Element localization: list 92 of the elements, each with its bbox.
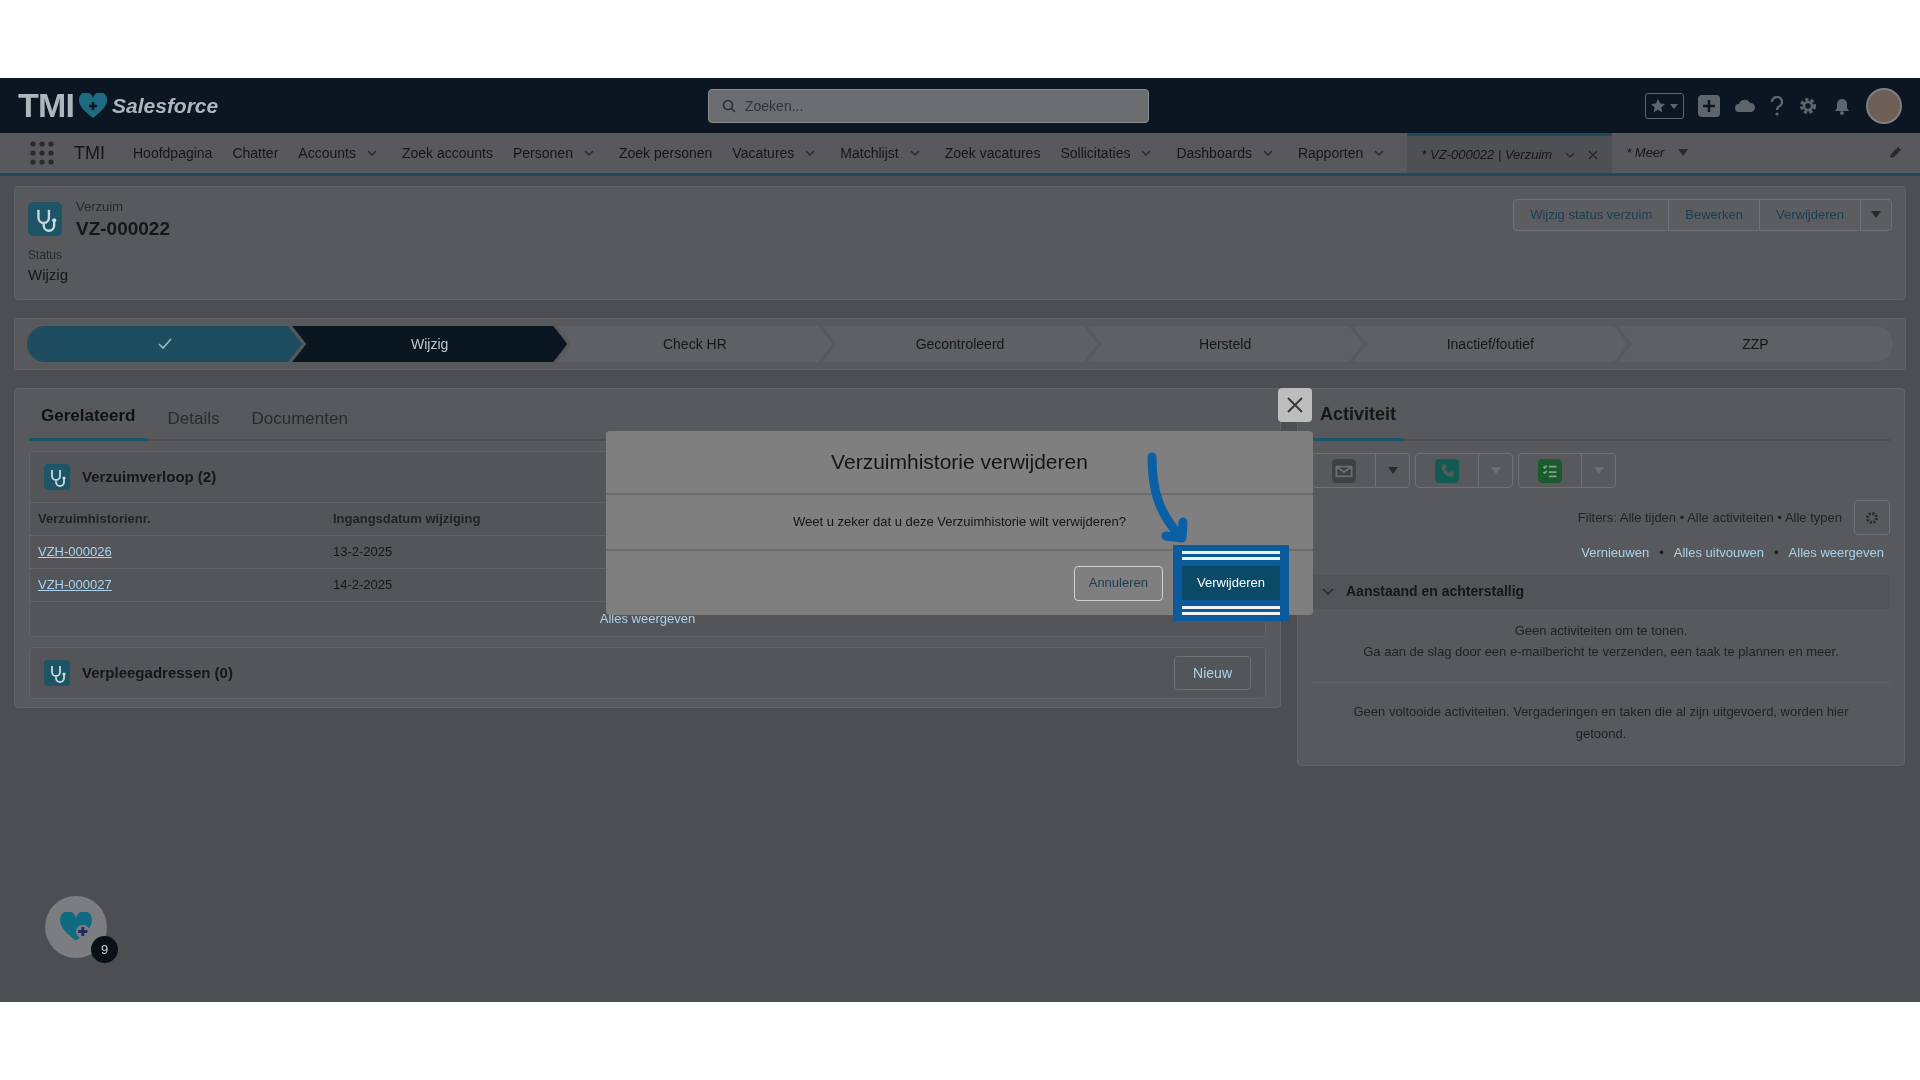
heart-plus-icon — [59, 912, 93, 942]
empty-message: Geen activiteiten om te tonen. — [1514, 621, 1688, 640]
activity-link[interactable]: Alles weergeven — [1788, 543, 1884, 563]
action-button[interactable]: Verwijderen — [1759, 199, 1861, 231]
nav-item[interactable]: Vacatures — [732, 142, 795, 164]
stethoscope-icon — [28, 202, 62, 236]
modal-title: Verzuimhistorie verwijderen — [831, 449, 1088, 476]
dropdown-button[interactable] — [1375, 453, 1410, 488]
nav-item[interactable]: Dashboards — [1176, 142, 1252, 164]
phone-icon — [1434, 457, 1460, 484]
tab[interactable]: Gerelateerd — [29, 402, 148, 441]
cancel-button[interactable]: Annuleren — [1073, 565, 1163, 601]
pencil-icon[interactable] — [1888, 146, 1902, 160]
action-button[interactable]: Bewerken — [1668, 199, 1761, 231]
app-launcher-icon[interactable] — [30, 141, 54, 165]
brand-logo-text: TMI — [18, 85, 74, 126]
chevron-down-icon[interactable] — [908, 147, 921, 159]
record-link[interactable]: VZH-000027 — [38, 575, 112, 595]
activity-link[interactable]: Vernieuwen — [1581, 543, 1650, 563]
help-icon[interactable] — [1770, 95, 1784, 116]
section-header[interactable]: Aanstaand en achterstallig — [1312, 574, 1890, 609]
empty-message: Ga aan de slag door een e-mailbericht te verzenden, een taak te plannen en meer. — [1363, 643, 1839, 661]
task-button[interactable] — [1518, 453, 1582, 488]
nav-item[interactable]: Rapporten — [1297, 142, 1364, 164]
path-stage[interactable] — [27, 326, 303, 362]
dropdown-button[interactable] — [1581, 453, 1616, 488]
filter-settings-button[interactable] — [1854, 500, 1890, 535]
count-badge: 9 — [91, 936, 118, 963]
nav-item[interactable]: Accounts — [298, 142, 356, 164]
settings-icon — [1865, 510, 1879, 525]
caret-down-icon — [1387, 466, 1398, 475]
envelope-icon — [1331, 457, 1357, 484]
checklist-icon — [1537, 457, 1563, 484]
record-tab[interactable]: * VZ-000022 | Verzuim — [1407, 133, 1613, 173]
path-stage[interactable]: Check HR — [557, 326, 833, 362]
chevron-down-icon[interactable] — [1261, 147, 1274, 159]
plus-icon[interactable] — [1698, 94, 1720, 117]
record-link[interactable]: VZH-000026 — [38, 542, 112, 562]
heart-plus-icon — [78, 92, 108, 119]
nav-item[interactable]: Hoofdpagina — [133, 142, 213, 164]
stethoscope-icon — [44, 464, 70, 490]
more-actions-button[interactable] — [1860, 199, 1892, 231]
nav-item[interactable]: Matchlijst — [840, 142, 899, 164]
record-title: VZ-000022 — [76, 216, 170, 241]
settings-icon[interactable] — [1798, 95, 1818, 116]
star-icon — [1650, 97, 1666, 114]
nav-item[interactable]: Zoek vacatures — [944, 142, 1041, 164]
filters-text: Filters: Alle tijden • Alle activiteiten • Alle typen — [1577, 508, 1842, 527]
path-stage[interactable]: Wijzig — [292, 326, 568, 362]
activity-link[interactable]: Alles uitvouwen — [1673, 543, 1765, 563]
nav-item[interactable]: Zoek personen — [618, 142, 713, 164]
nav-item[interactable]: Sollicitaties — [1060, 142, 1131, 164]
dropdown-button[interactable] — [1478, 453, 1513, 488]
search-field[interactable]: Zoeken... — [708, 88, 1149, 123]
nav-item[interactable]: Chatter — [232, 142, 279, 164]
check-icon — [157, 338, 172, 350]
stethoscope-icon — [44, 660, 70, 686]
close-icon — [1286, 396, 1304, 414]
modal-message: Weet u zeker dat u deze Verzuimhistorie wilt verwijderen? — [793, 513, 1126, 532]
related-list-title: Verpleegadressen (0) — [82, 662, 233, 683]
chevron-down-icon[interactable] — [365, 147, 378, 159]
close-button[interactable] — [1278, 388, 1312, 422]
close-icon[interactable] — [1588, 149, 1599, 160]
chevron-down-icon[interactable] — [804, 147, 817, 159]
more-menu[interactable]: * Meer — [1612, 133, 1703, 173]
brand-subtitle: Salesforce — [112, 92, 219, 119]
path-stage[interactable]: Gecontroleerd — [822, 326, 1098, 362]
caret-down-icon — [1678, 149, 1689, 157]
app-name: TMI — [74, 141, 105, 165]
action-button[interactable]: Wijzig status verzuim — [1513, 199, 1670, 231]
chevron-down-icon[interactable] — [1373, 147, 1386, 159]
user-avatar[interactable] — [1866, 87, 1902, 124]
path-stage[interactable]: Inactief/foutief — [1352, 326, 1628, 362]
path-stage[interactable]: ZZP — [1617, 326, 1893, 362]
table-cell-text: 14-2-2025 — [333, 576, 393, 595]
chevron-down-icon[interactable] — [1140, 147, 1153, 159]
new-button[interactable]: Nieuw — [1174, 656, 1251, 690]
table-cell-text: 13-2-2025 — [333, 543, 393, 562]
favorites-button[interactable] — [1645, 92, 1684, 119]
chevron-icon — [1322, 585, 1334, 598]
path-stage[interactable]: Hersteld — [1087, 326, 1363, 362]
chevron-down-icon[interactable] — [582, 147, 595, 159]
nav-item[interactable]: Personen — [513, 142, 573, 164]
caret-down-icon — [1871, 211, 1881, 219]
separator-dot: • — [1659, 544, 1664, 562]
field-value: Wijzig — [28, 265, 68, 286]
related-list-title: Verzuimverloop (2) — [82, 466, 217, 487]
separator-dot: • — [1774, 544, 1779, 562]
call-button[interactable] — [1415, 453, 1479, 488]
delete-button[interactable]: Verwijderen — [1182, 566, 1280, 600]
completed-message: Geen voltooide activiteiten. Vergaderingen en taken die al zijn uitgevoerd, worden hier getoond. — [1352, 702, 1850, 743]
nav-item[interactable]: Zoek accounts — [401, 142, 493, 164]
